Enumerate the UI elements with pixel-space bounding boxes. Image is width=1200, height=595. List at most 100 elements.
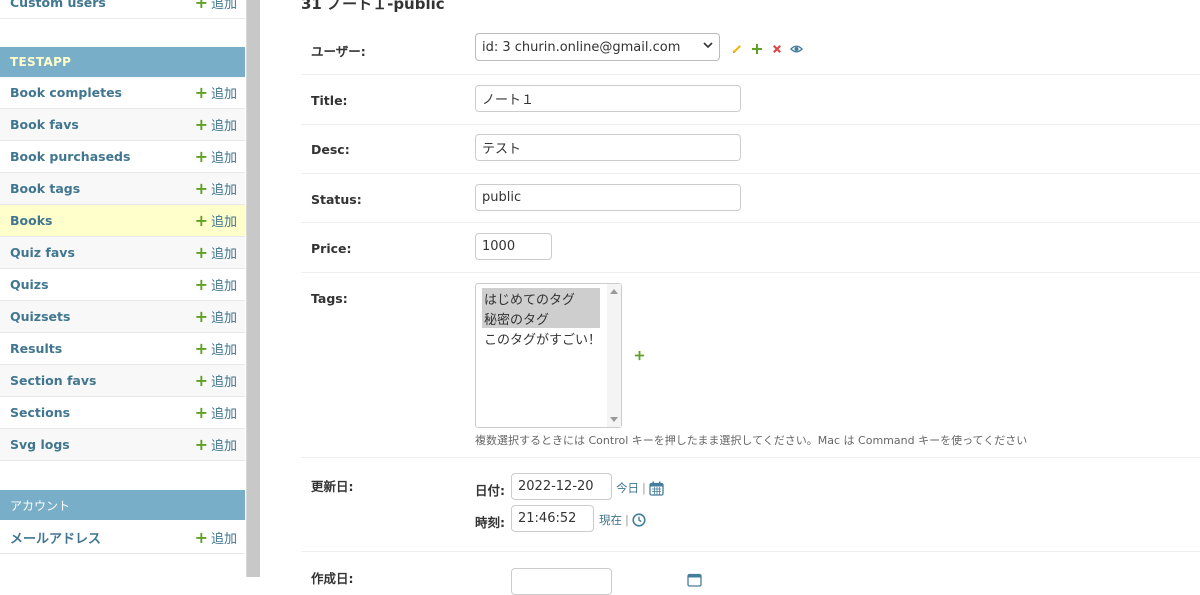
add-link[interactable]: + 追加 [195, 435, 245, 454]
field-row-desc: Desc: テスト [301, 125, 1200, 174]
plus-icon: + [194, 0, 208, 12]
pencil-icon[interactable] [730, 42, 743, 55]
sidebar-item-label[interactable]: Quizs [10, 277, 195, 292]
field-label: Price: [311, 241, 352, 256]
plus-icon: + [194, 210, 208, 230]
sidebar-item-label[interactable]: Book completes [10, 85, 195, 100]
plus-icon: + [194, 402, 208, 422]
sidebar-item-label[interactable]: Svg logs [10, 437, 195, 452]
field-label: 更新日: [311, 479, 354, 494]
sidebar-item[interactable]: Book favs + 追加 [0, 109, 245, 141]
sidebar-item-label[interactable]: Book purchaseds [10, 149, 195, 164]
sidebar-item-email[interactable]: メールアドレス + 追加 [0, 522, 245, 554]
plus-icon: + [194, 242, 208, 262]
change-form: 31 ノート１-public ユーザー: id: 3 churin.online… [260, 0, 1200, 595]
related-widget-actions [730, 42, 803, 55]
field-label: Title: [311, 93, 348, 108]
plus-icon: + [194, 146, 208, 166]
sidebar-item[interactable]: Quiz favs + 追加 [0, 237, 245, 269]
clock-icon[interactable] [632, 513, 646, 527]
field-label: ユーザー: [311, 44, 366, 59]
today-link[interactable]: 今日 | [616, 480, 664, 496]
sidebar-item[interactable]: Book completes + 追加 [0, 77, 245, 109]
sidebar-item[interactable]: Quizsets + 追加 [0, 301, 245, 333]
time-input[interactable]: 21:46:52 [511, 505, 594, 532]
delete-icon[interactable] [770, 42, 783, 55]
add-link[interactable]: + 追加 [195, 307, 245, 326]
sidebar-item[interactable]: Book purchaseds + 追加 [0, 141, 245, 173]
add-link[interactable]: + 追加 [195, 179, 245, 198]
field-label: 作成日: [311, 571, 354, 586]
tag-option[interactable]: はじめてのタグ [482, 288, 600, 308]
plus-icon[interactable] [633, 349, 646, 362]
add-link[interactable]: + 追加 [195, 115, 245, 134]
sidebar-item[interactable]: Results + 追加 [0, 333, 245, 365]
sidebar-item-label[interactable]: Custom users [10, 0, 195, 10]
add-link[interactable]: + 追加 [195, 147, 245, 166]
sidebar-item[interactable]: Book tags + 追加 [0, 173, 245, 205]
sidebar-item-label[interactable]: Sections [10, 405, 195, 420]
add-link[interactable]: + 追加 [195, 339, 245, 358]
scrollbar[interactable] [607, 284, 621, 427]
field-label: Desc: [311, 142, 350, 157]
add-link[interactable]: + 追加 [195, 528, 245, 547]
add-link[interactable]: + 追加 [195, 83, 245, 102]
sidebar-item[interactable]: Sections + 追加 [0, 397, 245, 429]
calendar-icon[interactable] [649, 481, 664, 496]
add-link[interactable]: + 追加 [195, 371, 245, 390]
date-input[interactable]: 2022-12-20 [511, 473, 612, 500]
time-label: 時刻: [475, 515, 505, 530]
sidebar: Custom users + 追加 TESTAPP Book completes +… [0, 0, 246, 577]
scroll-down-icon[interactable] [610, 417, 618, 423]
tags-multiselect[interactable]: はじめてのタグ 秘密のタグ このタグがすごい！ [475, 283, 622, 428]
user-select[interactable]: id: 3 churin.online@gmail.com [475, 33, 720, 61]
plus-icon: + [194, 178, 208, 198]
app-caption-testapp[interactable]: TESTAPP [0, 47, 245, 77]
calendar-icon[interactable] [687, 572, 702, 587]
sidebar-item-label[interactable]: Book favs [10, 117, 195, 132]
plus-icon: + [194, 274, 208, 294]
price-input[interactable]: 1000 [475, 233, 552, 260]
field-label: Tags: [311, 291, 348, 306]
field-row-price: Price: 1000 [301, 223, 1200, 273]
scroll-up-icon[interactable] [610, 288, 618, 294]
sidebar-item-label[interactable]: メールアドレス [10, 528, 195, 547]
sidebar-item-label[interactable]: Results [10, 341, 195, 356]
plus-icon: + [194, 370, 208, 390]
plus-icon: + [194, 306, 208, 326]
sidebar-item-label[interactable]: Books [10, 213, 195, 228]
field-row-created: 作成日: [301, 552, 1200, 595]
now-link[interactable]: 現在 | [599, 512, 646, 528]
help-text: 複数選択するときには Control キーを押したまま選択してください。Mac … [475, 434, 1028, 447]
plus-icon: + [194, 114, 208, 134]
add-link[interactable]: + 追加 [195, 0, 245, 12]
add-link[interactable]: + 追加 [195, 211, 245, 230]
sidebar-toggle-bar[interactable] [246, 0, 260, 577]
eye-icon[interactable] [790, 42, 803, 55]
sidebar-item-label[interactable]: Quizsets [10, 309, 195, 324]
sidebar-item[interactable]: Section favs + 追加 [0, 365, 245, 397]
add-link[interactable]: + 追加 [195, 275, 245, 294]
plus-icon: + [194, 82, 208, 102]
add-link[interactable]: + 追加 [195, 403, 245, 422]
sidebar-item-label[interactable]: Book tags [10, 181, 195, 196]
plus-icon: + [194, 434, 208, 454]
tag-option[interactable]: このタグがすごい！ [482, 328, 601, 348]
plus-icon[interactable] [750, 42, 763, 55]
sidebar-item-custom-users[interactable]: Custom users + 追加 [0, 0, 245, 19]
title-input[interactable]: ノート１ [475, 85, 741, 112]
sidebar-item[interactable]: Books + 追加 [0, 205, 245, 237]
sidebar-item[interactable]: Svg logs + 追加 [0, 429, 245, 461]
status-input[interactable]: public [475, 184, 741, 211]
field-row-title: Title: ノート１ [301, 75, 1200, 125]
add-link[interactable]: + 追加 [195, 243, 245, 262]
tag-option[interactable]: 秘密のタグ [482, 308, 600, 328]
app-caption-account[interactable]: アカウント [0, 490, 245, 520]
created-date-input[interactable] [511, 568, 612, 595]
field-row-user: ユーザー: id: 3 churin.online@gmail.com [301, 24, 1200, 75]
sidebar-item[interactable]: Quizs + 追加 [0, 269, 245, 301]
sidebar-item-label[interactable]: Quiz favs [10, 245, 195, 260]
field-row-status: Status: public [301, 174, 1200, 223]
desc-input[interactable]: テスト [475, 134, 741, 161]
sidebar-item-label[interactable]: Section favs [10, 373, 195, 388]
